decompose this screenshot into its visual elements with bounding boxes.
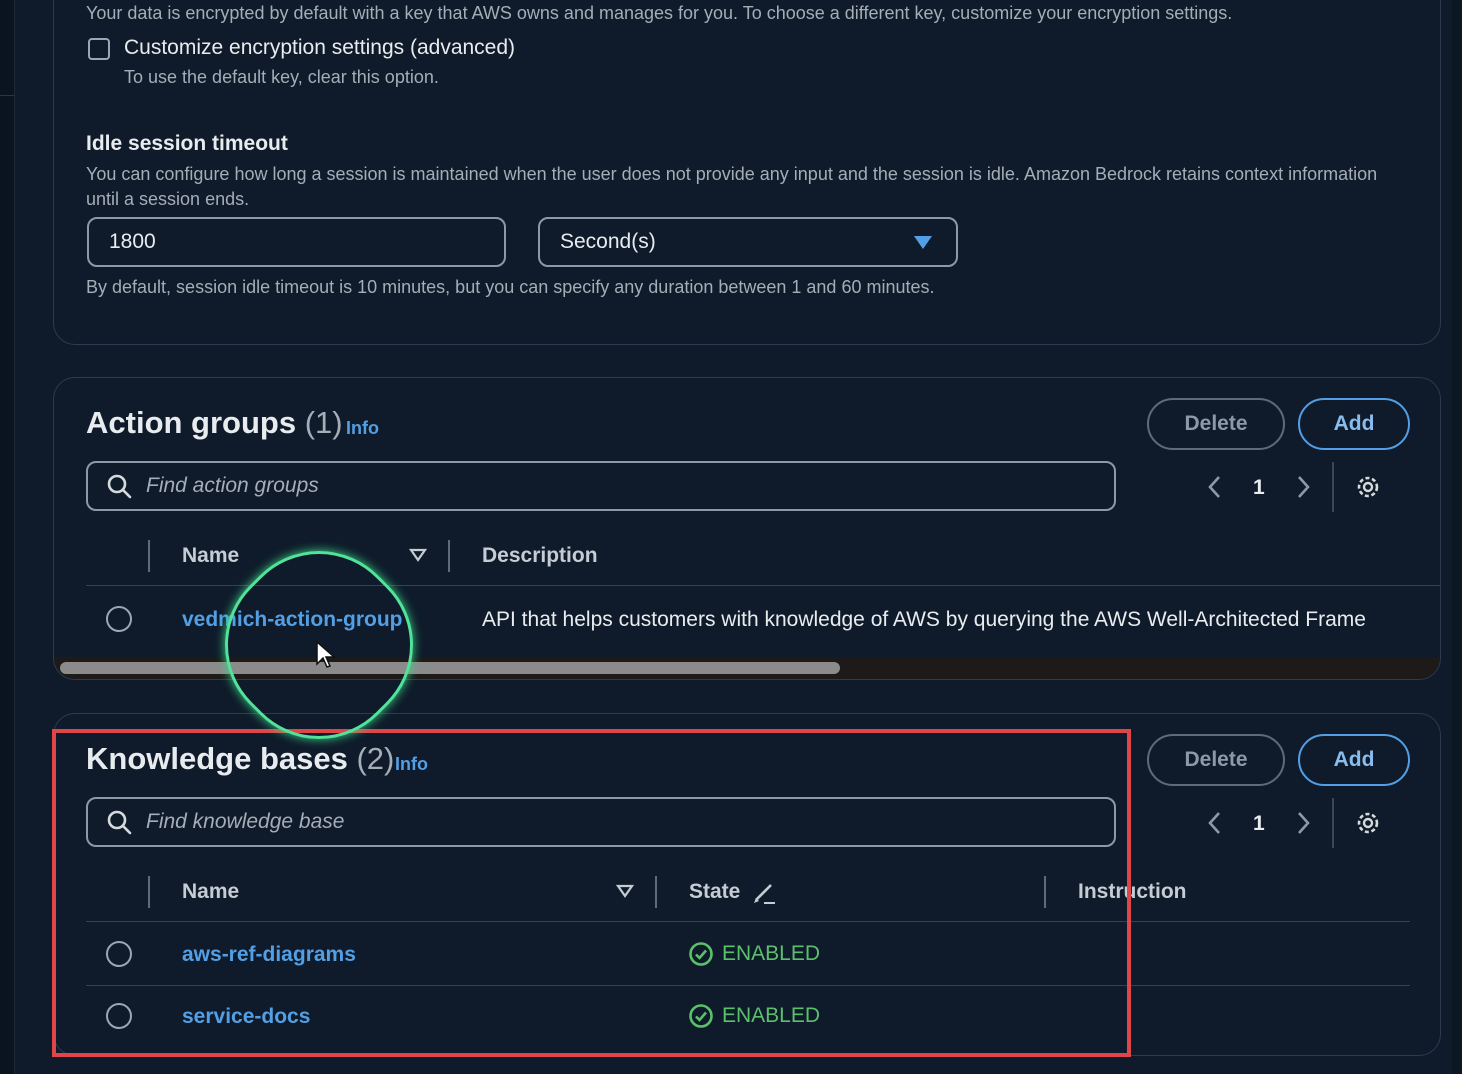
knowledge-bases-search[interactable]: Find knowledge base <box>86 797 1116 847</box>
knowledge-bases-panel: Knowledge bases (2) Info Delete Add Find… <box>53 713 1441 1056</box>
column-separator <box>1044 876 1046 908</box>
sort-descending-icon[interactable] <box>409 548 427 562</box>
action-groups-delete-button[interactable]: Delete <box>1147 398 1285 450</box>
action-groups-info-link[interactable]: Info <box>346 418 379 439</box>
idle-timeout-input[interactable]: 1800 <box>87 217 506 267</box>
knowledge-base-name-link[interactable]: service-docs <box>182 1005 310 1029</box>
action-groups-page-number[interactable]: 1 <box>1253 476 1265 500</box>
sort-descending-icon[interactable] <box>616 884 634 898</box>
knowledge-bases-page-number[interactable]: 1 <box>1253 812 1265 836</box>
page-scrollbar[interactable] <box>1452 0 1462 1074</box>
search-icon <box>107 474 132 499</box>
knowledge-bases-delete-button[interactable]: Delete <box>1147 734 1285 786</box>
search-icon <box>107 810 132 835</box>
knowledge-base-row-radio[interactable] <box>106 941 132 967</box>
pagination-previous-icon[interactable] <box>1205 474 1225 500</box>
action-groups-title: Action groups <box>86 405 297 440</box>
gear-icon[interactable] <box>1354 473 1382 501</box>
customize-encryption-label[interactable]: Customize encryption settings (advanced) <box>124 36 515 60</box>
column-separator <box>148 540 150 572</box>
check-circle-icon <box>689 942 713 966</box>
column-separator <box>655 876 657 908</box>
pagination-divider <box>1332 462 1334 512</box>
action-groups-search-placeholder: Find action groups <box>146 474 319 497</box>
knowledge-bases-column-name[interactable]: Name <box>182 880 239 904</box>
idle-timeout-unit-value: Second(s) <box>560 230 656 253</box>
rail-divider <box>0 0 14 96</box>
edit-pencil-icon[interactable] <box>751 879 777 905</box>
table-horizontal-scrollbar[interactable] <box>54 657 1440 679</box>
agent-details-panel: Your data is encrypted by default with a… <box>53 0 1441 345</box>
action-group-name-link[interactable]: vedmich-action-group <box>182 608 403 632</box>
knowledge-bases-heading: Knowledge bases (2) <box>86 741 394 777</box>
check-circle-icon <box>689 1004 713 1028</box>
knowledge-bases-title: Knowledge bases <box>86 741 348 776</box>
knowledge-base-state-label: ENABLED <box>722 942 821 965</box>
idle-timeout-value: 1800 <box>109 230 156 253</box>
idle-timeout-hint: By default, session idle timeout is 10 m… <box>86 277 935 297</box>
action-groups-column-description: Description <box>482 544 598 567</box>
mouse-pointer-icon <box>316 640 336 668</box>
action-groups-search[interactable]: Find action groups <box>86 461 1116 511</box>
scrollbar-thumb[interactable] <box>60 662 840 674</box>
knowledge-bases-info-link[interactable]: Info <box>395 754 428 775</box>
knowledge-bases-column-state: State <box>689 880 741 903</box>
knowledge-bases-count: (2) <box>356 741 395 776</box>
caret-down-icon <box>914 235 932 249</box>
table-divider <box>86 985 1410 986</box>
action-group-row-radio[interactable] <box>106 606 132 632</box>
idle-timeout-unit-select[interactable]: Second(s) <box>538 217 958 267</box>
knowledge-base-row-radio[interactable] <box>106 1003 132 1029</box>
knowledge-base-name-link[interactable]: aws-ref-diagrams <box>182 943 356 967</box>
knowledge-base-state: ENABLED <box>688 1003 820 1029</box>
idle-timeout-title: Idle session timeout <box>86 132 288 155</box>
action-groups-column-name[interactable]: Name <box>182 544 239 568</box>
knowledge-bases-add-button[interactable]: Add <box>1298 734 1410 786</box>
column-separator <box>148 876 150 908</box>
knowledge-bases-column-instruction: Instruction <box>1078 880 1187 903</box>
gear-icon[interactable] <box>1354 809 1382 837</box>
action-group-description: API that helps customers with knowledge … <box>482 608 1366 631</box>
pagination-next-icon[interactable] <box>1293 474 1313 500</box>
action-groups-heading: Action groups (1) <box>86 405 343 441</box>
knowledge-base-state: ENABLED <box>688 941 820 967</box>
pagination-next-icon[interactable] <box>1293 810 1313 836</box>
action-groups-panel: Action groups (1) Info Delete Add Find a… <box>53 377 1441 680</box>
encryption-intro-text: Your data is encrypted by default with a… <box>86 3 1233 23</box>
table-divider <box>86 585 1440 586</box>
knowledge-base-state-label: ENABLED <box>722 1004 821 1027</box>
left-navigation-rail <box>0 0 15 1074</box>
action-groups-add-button[interactable]: Add <box>1298 398 1410 450</box>
customize-encryption-checkbox[interactable] <box>88 38 110 60</box>
pagination-divider <box>1332 798 1334 848</box>
table-divider <box>86 921 1410 922</box>
pagination-previous-icon[interactable] <box>1205 810 1225 836</box>
customize-encryption-hint: To use the default key, clear this optio… <box>124 67 439 87</box>
knowledge-bases-search-placeholder: Find knowledge base <box>146 810 345 833</box>
column-separator <box>448 540 450 572</box>
idle-timeout-description: You can configure how long a session is … <box>86 164 1378 209</box>
action-groups-count: (1) <box>304 405 343 440</box>
